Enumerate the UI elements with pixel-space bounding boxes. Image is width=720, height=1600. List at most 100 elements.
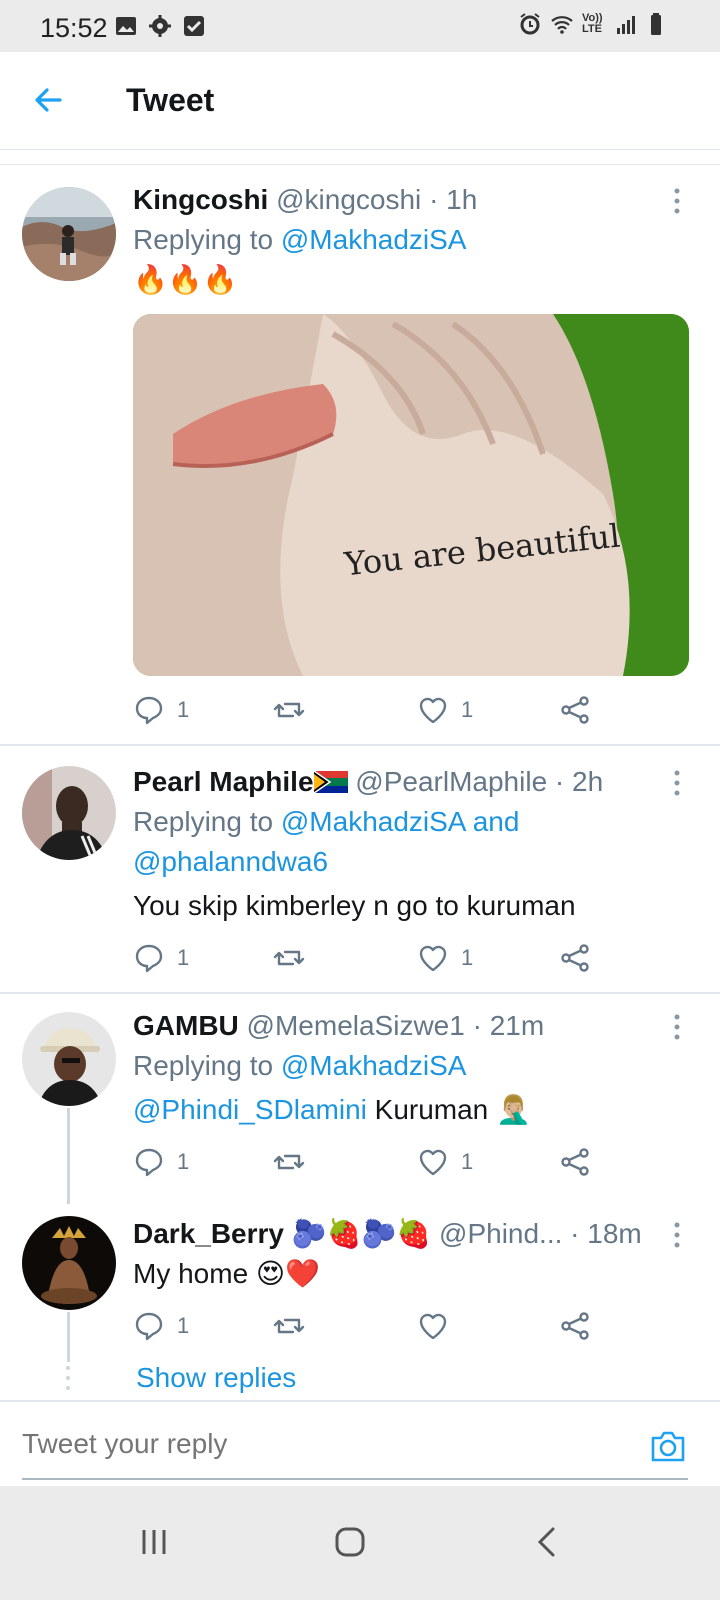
- like-button[interactable]: 1: [417, 938, 473, 978]
- app-header: Tweet: [0, 52, 720, 150]
- reply-button[interactable]: 1: [133, 1306, 189, 1346]
- reply-input[interactable]: [22, 1428, 582, 1460]
- retweet-icon: [273, 1318, 305, 1334]
- retweet-button[interactable]: [273, 1306, 317, 1346]
- thread-line: [67, 1312, 70, 1362]
- retweet-icon: [273, 702, 305, 718]
- tweet-text: My home 😍❤️: [133, 1258, 320, 1289]
- status-time: 15:52: [40, 13, 108, 43]
- share-icon: [561, 944, 589, 972]
- author-name[interactable]: Dark_Berry: [133, 1218, 284, 1249]
- share-button[interactable]: [559, 938, 591, 978]
- divider: [0, 164, 720, 165]
- tweet-time: · 18m: [570, 1218, 642, 1249]
- tweet-time: · 1h: [429, 184, 478, 215]
- heart-icon: [419, 697, 447, 724]
- signal-icon: [617, 16, 635, 34]
- heart-icon: [419, 945, 447, 972]
- recent-apps-icon[interactable]: [134, 1522, 174, 1562]
- reply-button[interactable]: 1: [133, 938, 189, 978]
- reply-count: 1: [177, 945, 190, 970]
- system-nav-bar: [0, 1486, 720, 1600]
- tweet-image[interactable]: You are beautiful: [133, 314, 689, 676]
- divider: [0, 992, 720, 994]
- avatar[interactable]: [22, 1012, 116, 1106]
- avatar[interactable]: [22, 766, 116, 860]
- reply-icon: [135, 1148, 163, 1177]
- like-count: 1: [461, 945, 474, 970]
- like-button[interactable]: 1: [417, 1142, 473, 1182]
- more-options-icon[interactable]: [672, 1220, 682, 1250]
- mention-link[interactable]: @Phindi_SDlamini: [133, 1094, 367, 1125]
- heart-icon: [419, 1313, 447, 1340]
- alarm-icon: [520, 13, 540, 35]
- author-name[interactable]: Pearl Maphile: [133, 766, 314, 797]
- home-icon[interactable]: [330, 1522, 370, 1562]
- reply-count: 1: [177, 697, 190, 722]
- reply-icon: [135, 944, 163, 973]
- retweet-button[interactable]: [273, 938, 317, 978]
- more-options-icon[interactable]: [672, 768, 682, 798]
- retweet-icon: [273, 1154, 305, 1170]
- back-arrow-icon[interactable]: [30, 82, 66, 118]
- like-count: 1: [461, 697, 474, 722]
- avatar[interactable]: [22, 1216, 116, 1310]
- flag-south-africa-icon: [313, 770, 348, 794]
- reply-button[interactable]: 1: [133, 690, 189, 730]
- back-icon[interactable]: [528, 1522, 568, 1562]
- tweet-actions: 1 1: [133, 1142, 613, 1182]
- replying-label: Replying to: [133, 1050, 281, 1081]
- tweet-text: You skip kimberley n go to kuruman: [133, 890, 576, 921]
- share-button[interactable]: [559, 1306, 591, 1346]
- more-options-icon[interactable]: [672, 1012, 682, 1042]
- battery-icon: [651, 13, 661, 35]
- tweet-actions: 1: [133, 1306, 613, 1346]
- author-handle[interactable]: @kingcoshi: [276, 184, 421, 215]
- like-button[interactable]: [417, 1306, 461, 1346]
- reply-count: 1: [177, 1149, 190, 1174]
- thread-dots-icon: [66, 1366, 70, 1390]
- reply-icon: [135, 696, 163, 725]
- author-handle[interactable]: @MemelaSizwe1: [247, 1010, 465, 1041]
- wifi-icon: [551, 16, 573, 34]
- replying-to-link[interactable]: @phalanndwa6: [133, 846, 328, 877]
- camera-icon[interactable]: [648, 1426, 688, 1466]
- reply-icon: [135, 1312, 163, 1341]
- more-options-icon[interactable]: [672, 186, 682, 216]
- author-handle[interactable]: @Phind...: [439, 1218, 562, 1249]
- tweet-text: 🔥🔥🔥: [133, 264, 238, 295]
- like-count: 1: [461, 1149, 474, 1174]
- tweet-time: · 2h: [554, 766, 604, 797]
- share-icon: [561, 696, 589, 724]
- name-emoji: 🫐🍓🫐🍓: [291, 1218, 432, 1249]
- share-icon: [561, 1312, 589, 1340]
- share-button[interactable]: [559, 1142, 591, 1182]
- input-underline: [22, 1478, 688, 1480]
- page-title: Tweet: [126, 82, 215, 118]
- author-handle[interactable]: @PearlMaphile: [355, 766, 547, 797]
- retweet-button[interactable]: [273, 1142, 317, 1182]
- reply-composer: [0, 1400, 720, 1486]
- tweet-time: · 21m: [472, 1010, 545, 1041]
- retweet-icon: [273, 950, 305, 966]
- avatar[interactable]: [22, 187, 116, 281]
- tweet-text: Kuruman 🤦🏼‍♂️: [366, 1094, 531, 1125]
- retweet-button[interactable]: [273, 690, 317, 730]
- gallery-icon: [116, 17, 136, 35]
- author-name[interactable]: Kingcoshi: [133, 184, 268, 215]
- show-replies-link[interactable]: Show replies: [136, 1362, 296, 1394]
- tweet-actions: 1 1: [133, 690, 613, 730]
- thread-line: [67, 1108, 70, 1204]
- checkbox-icon: [184, 16, 204, 36]
- reply-count: 1: [177, 1313, 190, 1338]
- replying-to-link[interactable]: @MakhadziSA and: [281, 806, 520, 837]
- like-button[interactable]: 1: [417, 690, 473, 730]
- author-name[interactable]: GAMBU: [133, 1010, 239, 1041]
- replying-label: Replying to: [133, 806, 281, 837]
- reply-button[interactable]: 1: [133, 1142, 189, 1182]
- gear-icon: [149, 15, 171, 37]
- replying-to-link[interactable]: @MakhadziSA: [281, 1050, 467, 1081]
- share-button[interactable]: [559, 690, 591, 730]
- replying-to-link[interactable]: @MakhadziSA: [281, 224, 467, 255]
- divider: [0, 744, 720, 746]
